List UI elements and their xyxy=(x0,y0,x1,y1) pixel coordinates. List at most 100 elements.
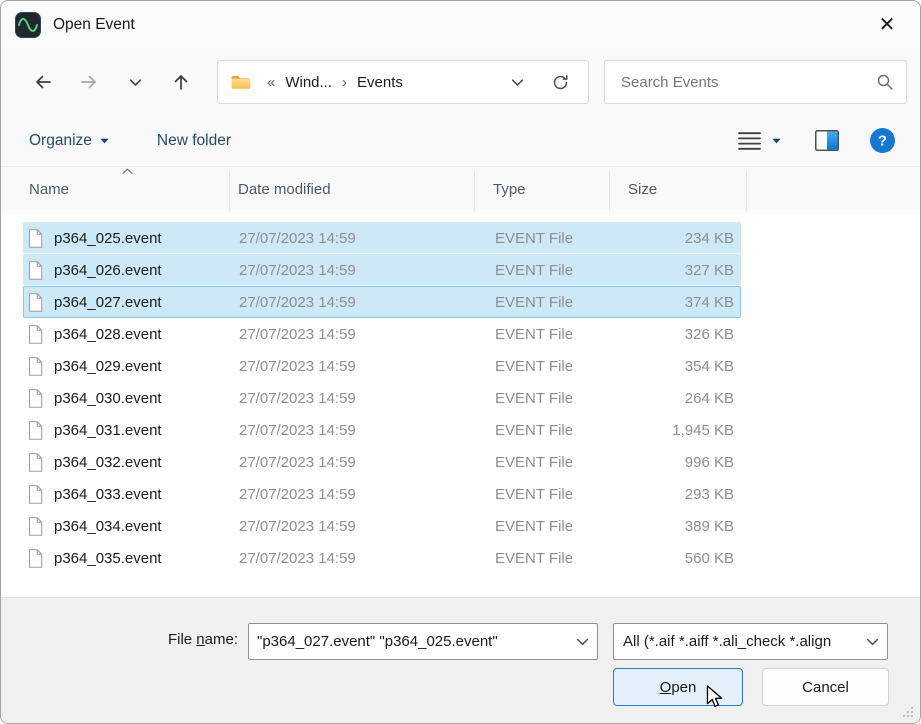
folder-icon xyxy=(230,74,251,90)
file-type-dropdown[interactable]: All (*.aif *.aiff *.ali_check *.align xyxy=(613,623,888,660)
address-dropdown-chevron-icon[interactable] xyxy=(510,75,525,90)
column-date-modified[interactable]: Date modified xyxy=(238,181,331,198)
breadcrumb-overflow[interactable]: « xyxy=(261,74,281,91)
file-icon xyxy=(24,485,54,504)
file-size: 560 KB xyxy=(610,550,742,567)
search-box[interactable] xyxy=(604,60,907,104)
file-icon xyxy=(24,261,54,280)
file-icon xyxy=(24,293,54,312)
file-row[interactable]: p364_028.event 27/07/2023 14:59 EVENT Fi… xyxy=(23,318,741,350)
file-type: EVENT File xyxy=(495,326,610,343)
file-row[interactable]: p364_026.event 27/07/2023 14:59 EVENT Fi… xyxy=(23,254,741,286)
file-list: p364_025.event 27/07/2023 14:59 EVENT Fi… xyxy=(1,214,920,599)
breadcrumb-current[interactable]: Events xyxy=(353,74,407,91)
close-icon[interactable]: ✕ xyxy=(872,15,902,35)
file-row[interactable]: p364_032.event 27/07/2023 14:59 EVENT Fi… xyxy=(23,446,741,478)
column-size[interactable]: Size xyxy=(628,181,657,198)
file-type: EVENT File xyxy=(495,230,610,247)
file-row[interactable]: p364_034.event 27/07/2023 14:59 EVENT Fi… xyxy=(23,510,741,542)
file-type-dropdown-chevron-icon[interactable] xyxy=(866,636,879,648)
command-toolbar: Organize New folder xyxy=(1,115,920,167)
file-icon xyxy=(24,549,54,568)
cancel-button[interactable]: Cancel xyxy=(762,668,889,706)
refresh-icon[interactable] xyxy=(551,73,570,92)
file-size: 293 KB xyxy=(610,486,742,503)
dialog-title: Open Event xyxy=(53,16,135,34)
file-type: EVENT File xyxy=(495,422,610,439)
file-size: 389 KB xyxy=(610,518,742,535)
recent-locations-chevron-icon[interactable] xyxy=(117,64,153,100)
file-size: 326 KB xyxy=(610,326,742,343)
organize-caret-icon xyxy=(100,138,109,144)
file-date-modified: 27/07/2023 14:59 xyxy=(239,454,495,471)
search-input[interactable] xyxy=(621,74,876,91)
file-name-input[interactable] xyxy=(257,633,576,650)
breadcrumb-separator-icon: › xyxy=(336,74,353,91)
column-resize-handle[interactable] xyxy=(746,171,747,211)
file-name: p364_026.event xyxy=(54,262,239,279)
file-date-modified: 27/07/2023 14:59 xyxy=(239,358,495,375)
file-date-modified: 27/07/2023 14:59 xyxy=(239,294,495,311)
organize-label: Organize xyxy=(29,132,92,150)
search-icon[interactable] xyxy=(876,73,894,91)
column-resize-handle[interactable] xyxy=(474,171,475,211)
file-row[interactable]: p364_033.event 27/07/2023 14:59 EVENT Fi… xyxy=(23,478,741,510)
file-type: EVENT File xyxy=(495,358,610,375)
file-row[interactable]: p364_035.event 27/07/2023 14:59 EVENT Fi… xyxy=(23,542,741,574)
file-name: p364_034.event xyxy=(54,518,239,535)
new-folder-button[interactable]: New folder xyxy=(157,132,231,150)
file-name-combobox[interactable] xyxy=(248,623,598,660)
file-name: p364_025.event xyxy=(54,230,239,247)
file-icon xyxy=(24,325,54,344)
file-icon xyxy=(24,453,54,472)
file-row[interactable]: p364_030.event 27/07/2023 14:59 EVENT Fi… xyxy=(23,382,741,414)
organize-button[interactable]: Organize xyxy=(29,132,109,150)
file-name: p364_027.event xyxy=(54,294,239,311)
file-type: EVENT File xyxy=(495,294,610,311)
help-icon[interactable]: ? xyxy=(869,127,896,154)
file-icon xyxy=(24,421,54,440)
up-icon[interactable] xyxy=(163,64,199,100)
file-size: 264 KB xyxy=(610,390,742,407)
column-resize-handle[interactable] xyxy=(609,171,610,211)
file-type: EVENT File xyxy=(495,486,610,503)
resize-grip[interactable] xyxy=(901,705,914,718)
preview-pane-icon[interactable] xyxy=(815,130,839,151)
file-date-modified: 27/07/2023 14:59 xyxy=(239,326,495,343)
address-bar[interactable]: « Wind... › Events xyxy=(217,60,589,104)
back-icon[interactable] xyxy=(25,64,61,100)
open-event-dialog: Open Event ✕ « xyxy=(0,0,921,724)
column-resize-handle[interactable] xyxy=(229,171,230,211)
dialog-footer: File name: All (*.aif *.aiff *.ali_check… xyxy=(1,597,920,723)
sort-ascending-icon xyxy=(121,168,134,175)
file-date-modified: 27/07/2023 14:59 xyxy=(239,550,495,567)
file-name: p364_035.event xyxy=(54,550,239,567)
breadcrumb-parent[interactable]: Wind... xyxy=(281,74,336,91)
file-name: p364_031.event xyxy=(54,422,239,439)
view-mode-button[interactable] xyxy=(737,130,781,152)
file-icon xyxy=(24,229,54,248)
svg-text:?: ? xyxy=(878,133,887,150)
file-name-dropdown-chevron-icon[interactable] xyxy=(576,636,589,648)
file-name: p364_033.event xyxy=(54,486,239,503)
file-row[interactable]: p364_029.event 27/07/2023 14:59 EVENT Fi… xyxy=(23,350,741,382)
file-type: EVENT File xyxy=(495,550,610,567)
file-icon xyxy=(24,389,54,408)
file-row[interactable]: p364_027.event 27/07/2023 14:59 EVENT Fi… xyxy=(23,286,741,318)
file-type: EVENT File xyxy=(495,390,610,407)
column-type[interactable]: Type xyxy=(493,181,526,198)
file-name: p364_032.event xyxy=(54,454,239,471)
file-date-modified: 27/07/2023 14:59 xyxy=(239,518,495,535)
forward-icon[interactable] xyxy=(71,64,107,100)
file-name: p364_028.event xyxy=(54,326,239,343)
list-view-icon xyxy=(737,130,762,152)
file-row[interactable]: p364_031.event 27/07/2023 14:59 EVENT Fi… xyxy=(23,414,741,446)
file-type: EVENT File xyxy=(495,454,610,471)
column-name[interactable]: Name xyxy=(29,181,69,198)
file-size: 354 KB xyxy=(610,358,742,375)
file-type: EVENT File xyxy=(495,518,610,535)
file-date-modified: 27/07/2023 14:59 xyxy=(239,486,495,503)
file-row[interactable]: p364_025.event 27/07/2023 14:59 EVENT Fi… xyxy=(23,222,741,254)
file-size: 1,945 KB xyxy=(610,422,742,439)
file-date-modified: 27/07/2023 14:59 xyxy=(239,422,495,439)
